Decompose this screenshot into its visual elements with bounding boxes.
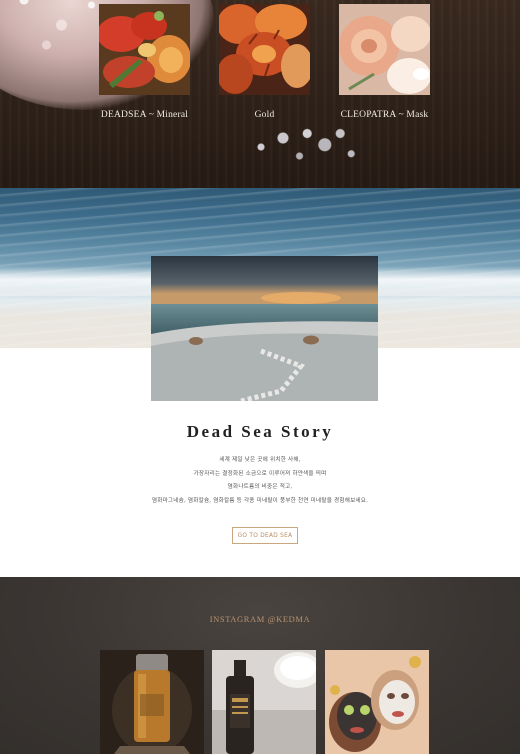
product-card-deadsea[interactable]: DEADSEA ~ Mineral: [99, 4, 190, 120]
go-to-dead-sea-button[interactable]: GO TO DEAD SEA: [232, 527, 298, 544]
instagram-title[interactable]: INSTAGRAM @KEDMA: [0, 614, 520, 624]
story-line: 염화나트륨의 비중은 적고,: [227, 484, 293, 490]
story-description: 세계 제일 낮은 곳에 위치한 사해, 가장자리는 결정화된 소금으로 이루어져…: [0, 454, 520, 508]
story-line: 가장자리는 결정화된 소금으로 이루어져 하얀색을 띄며: [193, 470, 327, 477]
dead-sea-shore-photo: [151, 256, 378, 401]
instagram-section: INSTAGRAM @KEDMA: [0, 577, 520, 754]
product-image-cleopatra[interactable]: [339, 4, 430, 95]
instagram-photo-shampoo[interactable]: [212, 650, 316, 754]
product-image-deadsea[interactable]: [99, 4, 190, 95]
instagram-photo-face-mask[interactable]: [325, 650, 429, 754]
story-line: 염화마그네슘, 염화칼슘, 염화칼륨 등 각종 미네랄이 풍부한 천연 미네랄을…: [151, 497, 369, 504]
product-card-gold[interactable]: Gold: [219, 4, 310, 120]
story-line: 세계 제일 낮은 곳에 위치한 사해,: [219, 457, 301, 463]
product-section: DEADSEA ~ Mineral Gold CLEOPATRA ~ Mask: [0, 0, 520, 188]
product-image-gold[interactable]: [219, 4, 310, 95]
instagram-photo-serum[interactable]: [100, 650, 204, 754]
salt-crystals-decoration: [250, 120, 360, 165]
product-card-cleopatra[interactable]: CLEOPATRA ~ Mask: [339, 4, 430, 120]
product-label-cleopatra[interactable]: CLEOPATRA ~ Mask: [309, 110, 460, 120]
story-title: Dead Sea Story: [186, 422, 334, 441]
